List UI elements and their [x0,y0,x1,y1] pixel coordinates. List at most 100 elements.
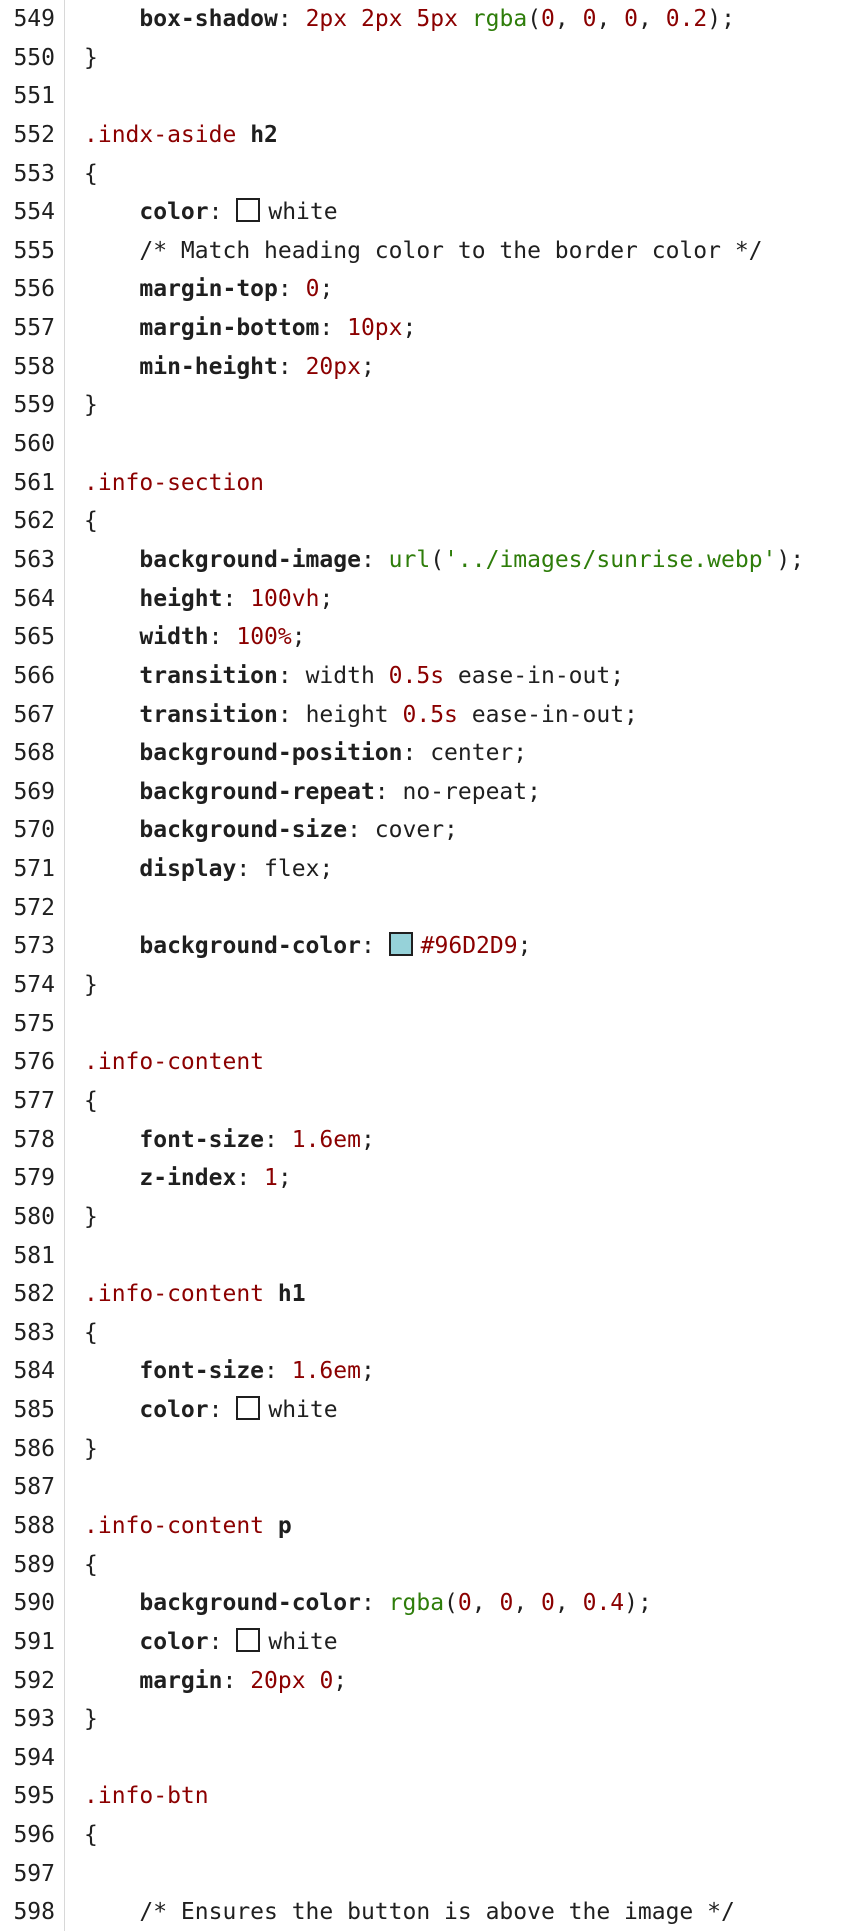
code-token-fn: rgba [388,1590,445,1617]
code-line[interactable]: 595 .info-btn [0,1777,848,1816]
line-number: 590 [13,1590,55,1617]
code-token: ); [776,546,805,573]
code-line[interactable]: 559} [0,386,848,425]
line-content: height: 100vh; [84,580,333,619]
code-line[interactable]: 563 background-image: url('../images/sun… [0,541,848,580]
code-token-prop: width [139,624,209,651]
code-line[interactable]: 567 transition: height 0.5s ease-in-out; [0,696,848,735]
code-token: } [84,392,98,419]
code-line[interactable]: 584 font-size: 1.6em; [0,1352,848,1391]
code-line[interactable]: 576 .info-content [0,1043,848,1082]
code-line[interactable]: 590 background-color: rgba(0, 0, 0, 0.4)… [0,1584,848,1623]
code-line[interactable]: 570 background-size: cover; [0,811,848,850]
line-content: min-height: 20px; [84,348,374,387]
code-line[interactable]: 549 box-shadow: 2px 2px 5px rgba(0, 0, 0… [0,0,848,39]
code-line[interactable]: 594 [0,1739,848,1778]
code-line[interactable]: 578 font-size: 1.6em; [0,1121,848,1160]
code-token: { [84,508,98,535]
code-line[interactable]: 565 width: 100%; [0,618,848,657]
color-swatch-icon[interactable] [236,1396,261,1421]
code-line[interactable]: 592 margin: 20px 0; [0,1662,848,1701]
line-number: 595 [13,1783,55,1810]
code-line[interactable]: 560 [0,425,848,464]
code-line[interactable]: 569 background-repeat: no-repeat; [0,773,848,812]
code-line[interactable]: 571 display: flex; [0,850,848,889]
code-token-comment: /* Match heading color to the border col… [139,237,763,264]
code-lines[interactable]: 549 box-shadow: 2px 2px 5px rgba(0, 0, 0… [0,0,848,1932]
line-number: 559 [13,392,55,419]
line-content: .indx-aside h2 [84,116,278,155]
code-token: } [84,1706,98,1733]
code-token-selector: .info-content [84,1281,265,1308]
line-number: 588 [13,1512,55,1539]
code-line[interactable]: 553 { [0,155,848,194]
code-line[interactable]: 575 [0,1005,848,1044]
code-line[interactable]: 597 [0,1855,848,1894]
code-line[interactable]: 574} [0,966,848,1005]
code-line[interactable]: 555 /* Match heading color to the border… [0,232,848,271]
line-number: 589 [13,1551,55,1578]
code-token-prop: background-color [139,933,361,960]
line-content: { [84,502,98,541]
code-line[interactable]: 554 color: white [0,193,848,232]
code-line[interactable]: 561 .info-section [0,464,848,503]
code-token-prop: font-size [139,1126,265,1153]
color-swatch-icon[interactable] [388,932,413,957]
code-line[interactable]: 596 { [0,1816,848,1855]
line-number: 579 [13,1165,55,1192]
code-line[interactable]: 552 .indx-aside h2 [0,116,848,155]
code-line[interactable]: 587 [0,1468,848,1507]
code-line[interactable]: 589 { [0,1546,848,1585]
code-token-prop: background-repeat [139,778,375,805]
code-token-num: 2px [360,6,403,32]
code-token: : [277,6,306,32]
color-swatch-icon[interactable] [236,198,261,223]
code-token: , [513,1590,542,1617]
code-line[interactable]: 588 .info-content p [0,1507,848,1546]
code-line[interactable]: 580} [0,1198,848,1237]
line-number: 552 [13,121,55,148]
code-line[interactable]: 556 margin-top: 0; [0,270,848,309]
code-line[interactable]: 593} [0,1700,848,1739]
code-token: { [84,1822,98,1849]
code-line[interactable]: 591 color: white [0,1623,848,1662]
code-line[interactable]: 566 transition: width 0.5s ease-in-out; [0,657,848,696]
code-line[interactable]: 582 .info-content h1 [0,1275,848,1314]
code-token: ; [277,1165,292,1192]
code-line[interactable]: 572 [0,889,848,928]
line-number: 554 [13,199,55,226]
code-line[interactable]: 583 { [0,1314,848,1353]
code-line[interactable]: 557 margin-bottom: 10px; [0,309,848,348]
code-line[interactable]: 585 color: white [0,1391,848,1430]
line-content: /* Match heading color to the border col… [84,232,763,271]
code-token-prop: color [139,1397,209,1424]
code-line[interactable]: 573 background-color: #96D2D9; [0,927,848,966]
code-line[interactable]: 550} [0,39,848,78]
code-line[interactable]: 564 height: 100vh; [0,580,848,619]
code-line[interactable]: 558 min-height: 20px; [0,348,848,387]
code-token-prop: margin [139,1667,223,1694]
code-line[interactable]: 562 { [0,502,848,541]
code-token: white [268,199,338,226]
code-token: : [277,276,306,303]
code-token: , [596,6,625,32]
code-line[interactable]: 568 background-position: center; [0,734,848,773]
code-line[interactable]: 586} [0,1430,848,1469]
code-line[interactable]: 551 [0,77,848,116]
color-swatch-icon[interactable] [236,1627,261,1652]
code-line[interactable]: 577 { [0,1082,848,1121]
code-editor[interactable]: 549 box-shadow: 2px 2px 5px rgba(0, 0, 0… [0,0,848,1931]
code-token: : height [277,701,403,728]
code-token-num: 0 [624,6,639,32]
code-token: : flex; [236,856,334,883]
code-line[interactable]: 598 /* Ensures the button is above the i… [0,1893,848,1932]
line-number: 550 [13,44,55,71]
code-line[interactable]: 579 z-index: 1; [0,1159,848,1198]
code-line[interactable]: 581 [0,1237,848,1276]
code-token: ; [319,276,334,303]
